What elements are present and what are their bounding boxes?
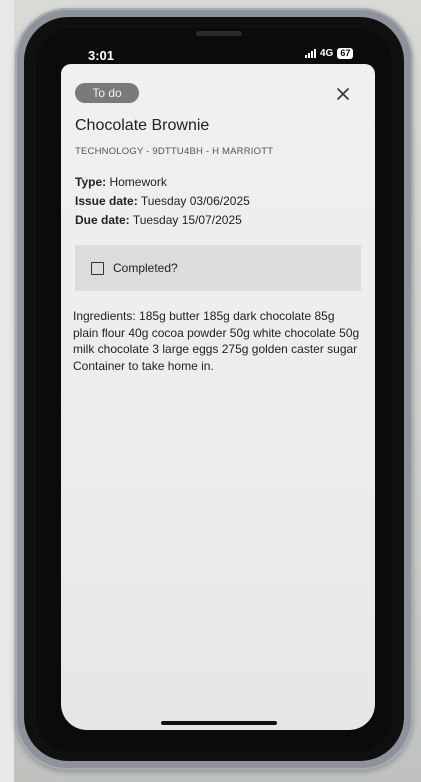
task-description: Ingredients: 185g butter 185g dark choco… — [73, 309, 360, 373]
status-indicators: 4G 67 — [305, 48, 354, 59]
task-issue-date: Issue date: Tuesday 03/06/2025 — [75, 194, 250, 208]
status-badge: To do — [75, 83, 139, 103]
task-title: Chocolate Brownie — [75, 117, 210, 134]
due-date-label: Due date: — [75, 213, 130, 227]
issue-date-value: Tuesday 03/06/2025 — [140, 194, 250, 208]
network-label: 4G — [320, 48, 334, 59]
earpiece-slot — [196, 31, 242, 36]
task-type: Type: Homework — [75, 175, 167, 189]
battery-icon: 67 — [337, 48, 354, 59]
home-indicator[interactable] — [161, 721, 277, 725]
close-icon — [337, 88, 349, 100]
completed-checkbox[interactable] — [91, 262, 104, 275]
due-date-value: Tuesday 15/07/2025 — [132, 213, 242, 227]
type-value: Homework — [109, 175, 167, 189]
close-button[interactable] — [333, 84, 353, 104]
type-label: Type: — [75, 175, 107, 189]
task-subtitle: TECHNOLOGY - 9DTTU4BH - H MARRIOTT — [75, 146, 274, 157]
task-detail-sheet: To do Chocolate Brownie TECHNOLOGY - 9DT… — [61, 64, 375, 730]
background-strip — [0, 0, 14, 782]
status-time: 3:01 — [88, 48, 115, 63]
completed-label: Completed? — [113, 261, 178, 275]
completed-toggle[interactable]: Completed? — [75, 245, 361, 291]
signal-icon — [305, 49, 316, 58]
issue-date-label: Issue date: — [75, 194, 138, 208]
task-due-date: Due date: Tuesday 15/07/2025 — [75, 213, 242, 227]
